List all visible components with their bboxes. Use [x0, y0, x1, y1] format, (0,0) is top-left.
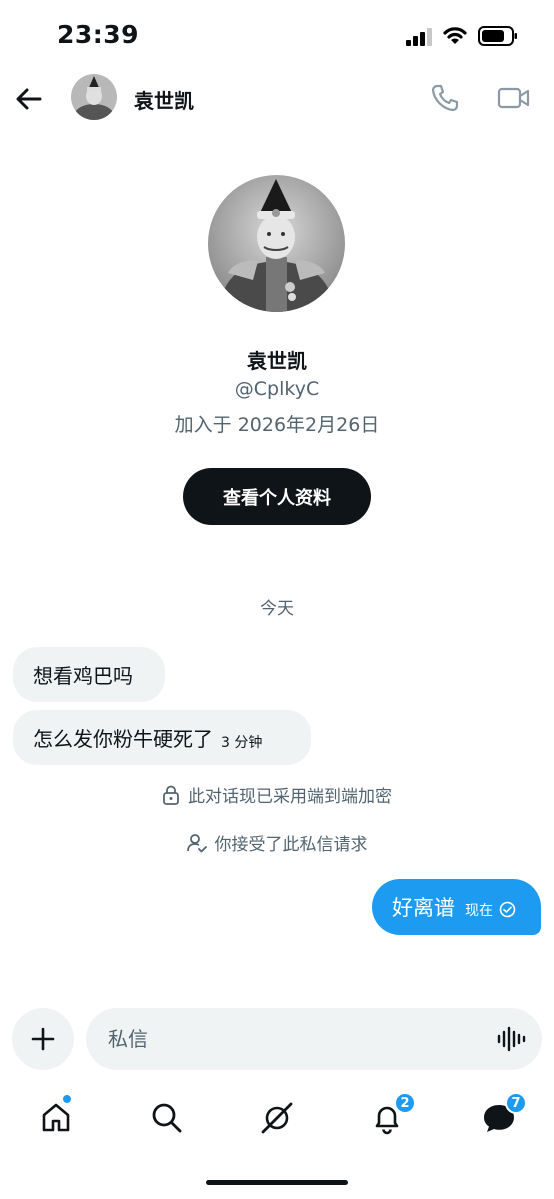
request-accepted-text: 你接受了此私信请求	[214, 835, 368, 855]
status-time: 23:39	[57, 20, 140, 49]
nav-search[interactable]	[145, 1096, 189, 1140]
wifi-icon	[443, 27, 467, 44]
search-icon	[152, 1103, 182, 1133]
view-profile-button[interactable]: 查看个人资料	[183, 468, 371, 525]
message-text: 想看鸡巴吗	[33, 664, 133, 688]
phone-icon[interactable]	[430, 83, 460, 113]
avatar-portrait-icon	[71, 74, 117, 120]
message-time: 现在	[465, 903, 493, 919]
profile-name: 袁世凯	[247, 349, 307, 373]
voice-wave-icon[interactable]	[496, 1024, 526, 1054]
back-arrow-icon[interactable]	[14, 84, 44, 114]
profile-avatar[interactable]	[208, 175, 345, 312]
message-text: 怎么发你粉牛硬死了	[33, 727, 213, 751]
message-time: 3 分钟	[221, 734, 263, 751]
profile-handle: @CplkyC	[234, 378, 320, 400]
header-avatar[interactable]	[71, 74, 117, 120]
messages-badge: 7	[505, 1092, 527, 1114]
cellular-signal-icon	[406, 28, 432, 46]
profile-joined-date: 加入于 2026年2月26日	[174, 414, 380, 436]
message-text: 好离谱	[392, 896, 455, 920]
grok-icon	[261, 1102, 293, 1134]
video-icon[interactable]	[497, 84, 531, 112]
home-unread-dot	[62, 1094, 72, 1104]
day-divider: 今天	[260, 599, 294, 619]
incoming-message[interactable]: 想看鸡巴吗	[13, 647, 165, 702]
home-icon	[42, 1103, 70, 1132]
bottom-nav	[0, 1090, 554, 1150]
message-input[interactable]	[108, 1022, 478, 1056]
notifications-badge: 2	[394, 1092, 416, 1114]
check-circle-icon	[499, 901, 516, 918]
home-indicator[interactable]	[206, 1180, 348, 1185]
nav-home[interactable]	[34, 1096, 78, 1140]
status-bar: 23:39	[0, 0, 554, 72]
incoming-message[interactable]: 怎么发你粉牛硬死了 3 分钟	[13, 710, 311, 765]
battery-icon	[478, 26, 517, 46]
encryption-note-text: 此对话现已采用端到端加密	[188, 787, 392, 807]
add-media-button[interactable]	[12, 1008, 74, 1070]
lock-icon	[163, 785, 179, 805]
message-composer	[86, 1008, 542, 1070]
header-name[interactable]: 袁世凯	[134, 85, 194, 114]
plus-icon	[31, 1027, 55, 1051]
request-accepted-note: 你接受了此私信请求	[0, 830, 554, 855]
person-check-icon	[186, 833, 207, 852]
chat-header: 袁世凯	[0, 72, 554, 126]
profile-portrait-icon	[208, 175, 345, 312]
encryption-note: 此对话现已采用端到端加密	[0, 782, 554, 807]
outgoing-message[interactable]: 好离谱 现在	[372, 879, 541, 935]
nav-grok[interactable]	[255, 1096, 299, 1140]
